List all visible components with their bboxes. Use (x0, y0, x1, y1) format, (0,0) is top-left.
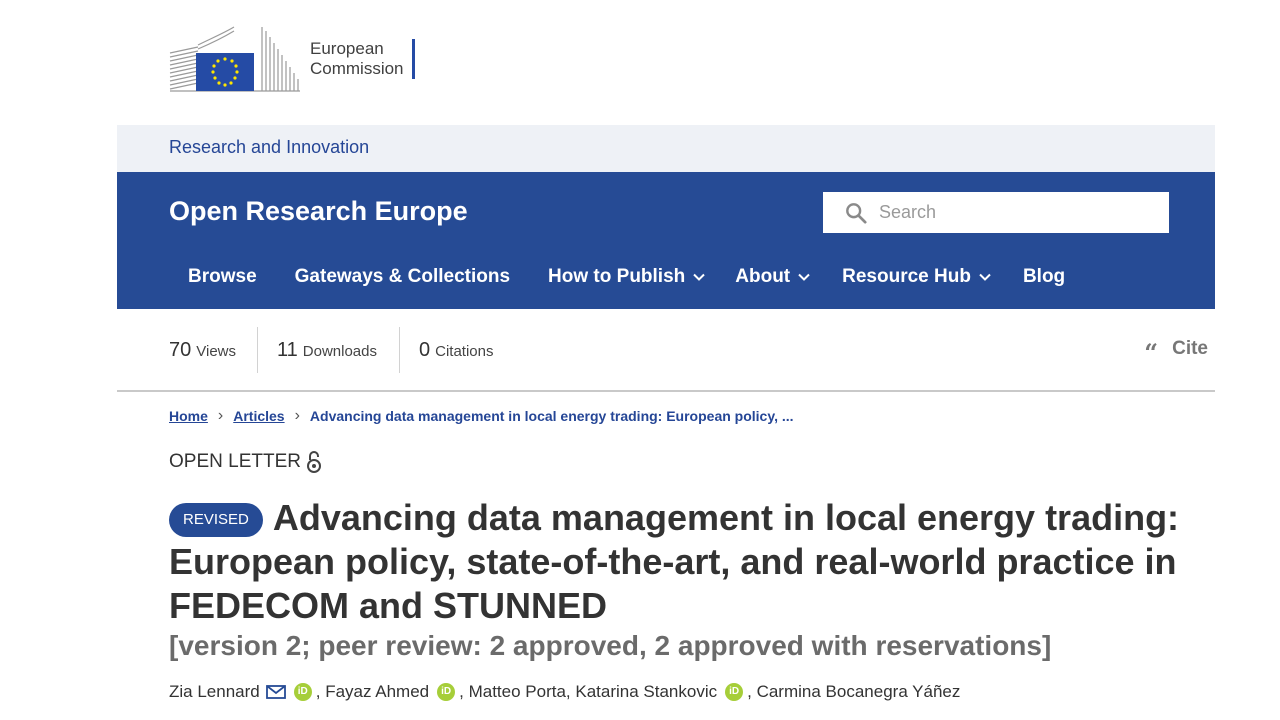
metric-divider (257, 327, 258, 373)
metric-divider (399, 327, 400, 373)
chevron-down-icon (798, 273, 810, 281)
site-header: Open Research Europe Browse Gateways & C… (117, 172, 1215, 309)
article-title-text: Advancing data management in local energ… (169, 497, 1180, 626)
nav-browse-label: Browse (188, 266, 257, 287)
nav-resource-hub-label: Resource Hub (842, 266, 971, 287)
downloads-label: Downloads (302, 343, 377, 360)
site-title[interactable]: Open Research Europe (169, 196, 468, 227)
nav-gateways-label: Gateways & Collections (294, 266, 511, 287)
chevron-down-icon (693, 273, 705, 281)
orcid-icon[interactable]: iD (725, 683, 744, 701)
nav-how-to-publish-label: How to Publish (548, 266, 686, 287)
citations-label: Citations (435, 343, 494, 360)
author-name[interactable]: Katarina Stankovic (575, 682, 717, 702)
author-name[interactable]: Fayaz Ahmed (325, 682, 429, 702)
chevron-down-icon (979, 273, 991, 281)
citations-count: 0 (419, 338, 431, 361)
cite-label: Cite (1172, 338, 1208, 359)
email-icon[interactable] (265, 685, 286, 699)
breadcrumb-separator-icon: › (294, 407, 300, 424)
search-input[interactable] (879, 202, 1149, 223)
ec-logo[interactable]: European Commission (168, 24, 415, 94)
nav-browse[interactable]: Browse (188, 266, 257, 288)
orcid-icon[interactable]: iD (293, 683, 312, 701)
ec-logo-line1: European (310, 39, 384, 58)
breadcrumb-home[interactable]: Home (169, 408, 208, 424)
author-name[interactable]: Zia Lennard (169, 682, 260, 702)
open-access-icon (306, 451, 321, 473)
ec-logo-divider (411, 39, 415, 79)
citations-metric[interactable]: 0 Citations (419, 327, 493, 373)
version-status: [version 2; peer review: 2 approved, 2 a… (169, 630, 1052, 661)
search-box[interactable] (823, 192, 1169, 233)
breadcrumb-current: Advancing data management in local energ… (309, 408, 794, 424)
article-metrics: 70 Views 11 Downloads 0 Citations “ Cite (117, 327, 1215, 373)
research-innovation-band: Research and Innovation (117, 125, 1215, 172)
downloads-count: 11 (277, 338, 298, 361)
breadcrumb-separator-icon: › (217, 407, 224, 424)
nav-about-label: About (735, 266, 791, 287)
article-type-label: OPEN LETTER (169, 451, 301, 472)
author-list: Zia Lennard iD, Fayaz Ahmed iD, Matteo P… (169, 682, 961, 702)
research-innovation-link[interactable]: Research and Innovation (169, 137, 369, 158)
metrics-divider (117, 390, 1215, 392)
views-metric[interactable]: 70 Views (169, 327, 236, 373)
nav-about[interactable]: About (735, 266, 810, 288)
views-label: Views (196, 343, 236, 360)
revised-badge: REVISED (169, 503, 263, 537)
ec-logo-text: European Commission (310, 39, 404, 79)
nav-blog[interactable]: Blog (1023, 266, 1065, 288)
cite-button[interactable]: “ Cite (1144, 337, 1208, 365)
author-name[interactable]: Carmina Bocanegra Yáñez (757, 682, 961, 702)
nav-resource-hub[interactable]: Resource Hub (842, 266, 991, 288)
ec-logo-graphic (168, 25, 302, 93)
search-icon (846, 202, 867, 224)
views-count: 70 (169, 338, 192, 361)
main-nav: Browse Gateways & Collections How to Pub… (169, 262, 1065, 292)
article-title: REVISED Advancing data management in loca… (169, 496, 1209, 628)
author-name[interactable]: Matteo Porta (469, 682, 566, 702)
article-type: OPEN LETTER (169, 450, 321, 474)
nav-blog-label: Blog (1022, 266, 1066, 287)
nav-how-to-publish[interactable]: How to Publish (548, 266, 705, 288)
ec-logo-line2: Commission (310, 59, 404, 78)
orcid-icon[interactable]: iD (437, 683, 456, 701)
downloads-metric[interactable]: 11 Downloads (277, 327, 377, 373)
nav-gateways-collections[interactable]: Gateways & Collections (295, 266, 510, 288)
breadcrumb: Home › Articles › Advancing data managem… (169, 407, 794, 425)
quote-icon: “ (1144, 338, 1159, 367)
breadcrumb-articles[interactable]: Articles (233, 408, 284, 424)
